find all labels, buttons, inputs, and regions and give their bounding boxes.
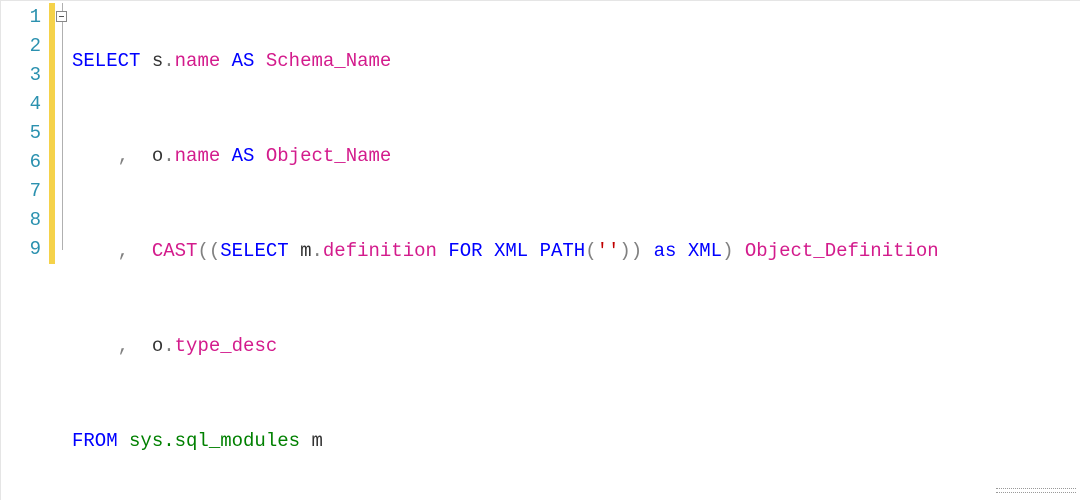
identifier: s <box>140 50 163 72</box>
fold-guide-line <box>62 177 63 206</box>
line-number: 7 <box>1 177 41 206</box>
fold-guide-line <box>62 235 63 250</box>
alias: Schema_Name <box>266 50 391 72</box>
fold-guide-line <box>62 148 63 177</box>
object: sys.sql_modules <box>129 430 300 452</box>
line-number: 2 <box>1 32 41 61</box>
function: CAST <box>152 240 198 262</box>
line-number: 5 <box>1 119 41 148</box>
fold-guide-line <box>62 61 63 90</box>
line-number: 1 <box>1 3 41 32</box>
fold-guide-line <box>62 206 63 235</box>
line-number: 3 <box>1 61 41 90</box>
punct: . <box>163 50 174 72</box>
keyword: AS <box>232 50 255 72</box>
code-area[interactable]: SELECT s.name AS Schema_Name , o.name AS… <box>70 1 1080 500</box>
fold-guide-line <box>62 90 63 119</box>
keyword: SELECT <box>72 50 140 72</box>
code-line[interactable]: FROM sys.sql_modules m <box>70 427 1080 456</box>
member: name <box>175 50 221 72</box>
fold-guide-line <box>62 32 63 61</box>
line-number-gutter: 1 2 3 4 5 6 7 8 9 <box>1 1 49 500</box>
line-number: 4 <box>1 90 41 119</box>
code-line[interactable]: , CAST((SELECT m.definition FOR XML PATH… <box>70 237 1080 266</box>
fold-guide-line <box>62 119 63 148</box>
line-number: 6 <box>1 148 41 177</box>
sql-editor: 1 2 3 4 5 6 7 8 9 SELECT s.name AS Schem… <box>0 0 1080 500</box>
line-number: 9 <box>1 235 41 264</box>
code-line[interactable]: , o.type_desc <box>70 332 1080 361</box>
code-line[interactable]: SELECT s.name AS Schema_Name <box>70 47 1080 76</box>
fold-toggle-icon[interactable] <box>56 11 67 22</box>
resize-grip-icon[interactable] <box>996 488 1076 496</box>
line-number: 8 <box>1 206 41 235</box>
string: '' <box>597 240 620 262</box>
punct: , <box>118 145 129 167</box>
code-folding-margin <box>55 1 70 500</box>
code-line[interactable]: , o.name AS Object_Name <box>70 142 1080 171</box>
